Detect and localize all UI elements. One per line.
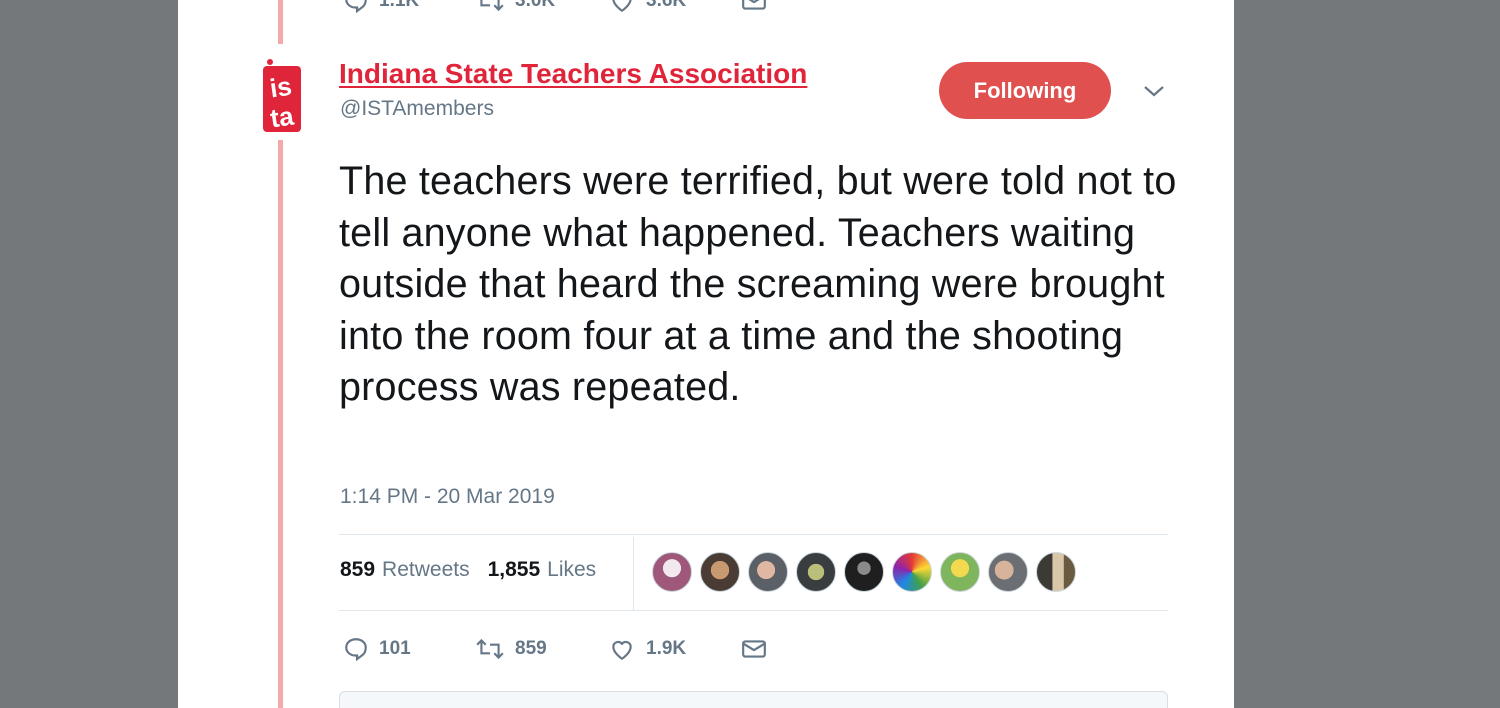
prev-message-button[interactable] — [740, 0, 768, 14]
following-button[interactable]: Following — [939, 62, 1111, 119]
more-options-button[interactable] — [1143, 84, 1165, 103]
prev-retweet-count: 3.0K — [515, 0, 556, 11]
liker-avatar[interactable] — [892, 552, 932, 592]
svg-text:is: is — [268, 71, 294, 104]
liker-avatar[interactable] — [652, 552, 692, 592]
svg-text:ta: ta — [268, 100, 296, 133]
thread-connector-line — [278, 0, 283, 44]
reply-count: 101 — [379, 638, 411, 659]
tweet-stats: 859 Retweets 1,855 Likes — [340, 558, 596, 582]
prev-like-button[interactable]: 3.6K — [608, 0, 686, 14]
liker-avatar[interactable] — [1036, 552, 1076, 592]
tweet-card: 1.1K 3.0K 3.6K is ta Indiana State Teach… — [178, 0, 1234, 708]
chevron-down-icon — [1144, 86, 1164, 97]
like-count: 1.9K — [646, 638, 687, 659]
like-icon — [612, 640, 632, 661]
retweets-label: Retweets — [382, 558, 470, 581]
retweet-count: 859 — [515, 638, 547, 659]
divider — [633, 537, 634, 611]
ista-logo-icon: is ta — [263, 59, 301, 133]
message-icon — [742, 640, 766, 658]
like-icon — [612, 0, 632, 13]
reply-icon — [345, 638, 367, 662]
tweet-timestamp[interactable]: 1:14 PM - 20 Mar 2019 — [340, 485, 555, 509]
liker-avatars — [652, 552, 1084, 592]
prev-reply-button[interactable]: 1.1K — [343, 0, 419, 14]
prev-retweet-button[interactable]: 3.0K — [475, 0, 555, 14]
likes-stat[interactable]: 1,855 Likes — [488, 558, 597, 582]
retweet-icon — [480, 0, 504, 12]
retweets-stat[interactable]: 859 Retweets — [340, 558, 470, 582]
tweet-text: The teachers were terrified, but were to… — [339, 159, 1177, 409]
prev-like-count: 3.6K — [646, 0, 687, 11]
author-avatar[interactable]: is ta — [260, 58, 304, 134]
retweet-icon — [476, 638, 504, 660]
liker-avatar[interactable] — [844, 552, 884, 592]
likes-label: Likes — [547, 558, 597, 581]
liker-avatar[interactable] — [940, 552, 980, 592]
prev-reply-count: 1.1K — [379, 0, 420, 11]
reply-input-box[interactable] — [339, 691, 1168, 708]
retweets-count: 859 — [340, 558, 376, 581]
liker-avatar[interactable] — [796, 552, 836, 592]
liker-avatar[interactable] — [748, 552, 788, 592]
thread-connector-line — [278, 140, 283, 708]
retweet-button[interactable]: 859 — [475, 636, 547, 662]
message-icon — [742, 0, 766, 10]
likes-count: 1,855 — [487, 558, 541, 581]
reply-button[interactable]: 101 — [343, 636, 411, 662]
reply-icon — [345, 0, 367, 14]
direct-message-button[interactable] — [740, 636, 768, 662]
divider — [339, 610, 1168, 611]
author-handle[interactable]: @ISTAmembers — [340, 97, 494, 121]
like-button[interactable]: 1.9K — [608, 636, 686, 662]
liker-avatar[interactable] — [700, 552, 740, 592]
liker-avatar[interactable] — [988, 552, 1028, 592]
author-name-link[interactable]: Indiana State Teachers Association — [339, 58, 807, 90]
divider — [339, 534, 1168, 535]
